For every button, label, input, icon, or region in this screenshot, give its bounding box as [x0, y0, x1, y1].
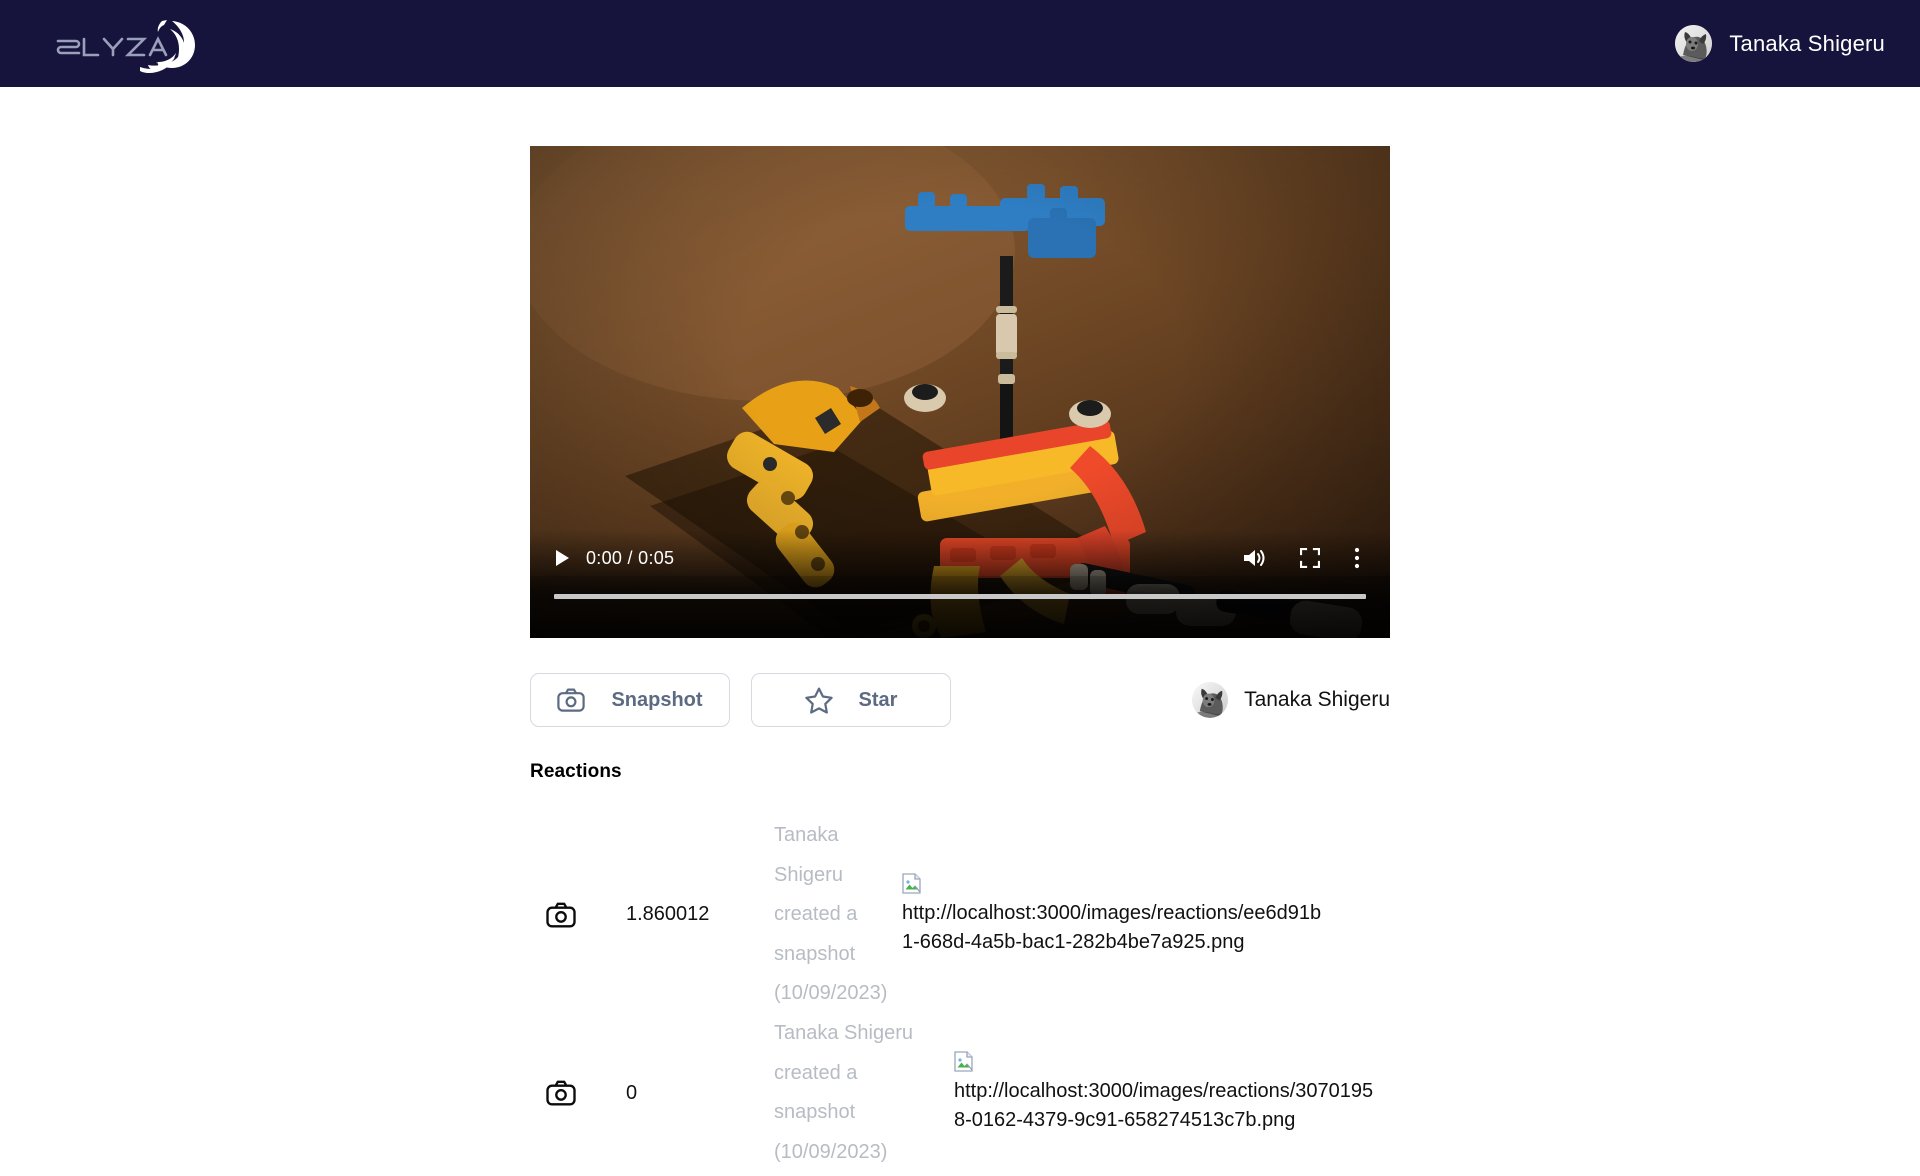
avatar: [1192, 682, 1229, 718]
video-controls-row: 0:00 / 0:05: [530, 530, 1390, 586]
camera-icon: [546, 1080, 576, 1106]
action-bar: Snapshot Star Tanaka Shigeru: [530, 673, 1390, 727]
reaction-image-alt: http://localhost:3000/images/reactions/e…: [902, 901, 1322, 953]
video-owner-name: Tanaka Shigeru: [1244, 688, 1390, 711]
snapshot-button[interactable]: Snapshot: [530, 673, 730, 727]
video-owner: Tanaka Shigeru: [1192, 682, 1390, 718]
star-button[interactable]: Star: [751, 673, 951, 727]
reaction-row[interactable]: 1.860012 Tanaka Shigeru created a snapsh…: [530, 816, 1390, 1014]
reaction-media[interactable]: http://localhost:3000/images/reactions/3…: [936, 1051, 1390, 1135]
header-user-name: Tanaka Shigeru: [1729, 30, 1885, 56]
reaction-row[interactable]: 0 Tanaka Shigeru created a snapshot (10/…: [530, 1014, 1390, 1172]
video-controls: 0:00 / 0:05: [530, 530, 1390, 638]
camera-icon: [546, 902, 576, 928]
dog-avatar: [1675, 25, 1713, 62]
play-icon: [556, 550, 569, 566]
star-button-label: Star: [858, 688, 898, 711]
reaction-type-icon: [530, 1080, 626, 1106]
snapshot-button-label: Snapshot: [611, 688, 703, 711]
reactions-heading: Reactions: [530, 761, 622, 782]
reaction-timestamp: 0: [626, 1081, 638, 1104]
dog-avatar: [1192, 682, 1229, 718]
reaction-media[interactable]: http://localhost:3000/images/reactions/e…: [884, 873, 1390, 957]
header-user-menu[interactable]: Tanaka Shigeru: [1675, 25, 1885, 62]
camera-icon: [557, 688, 586, 712]
reaction-image-alt: http://localhost:3000/images/reactions/3…: [954, 1080, 1374, 1132]
reaction-description: Tanaka Shigeru created a snapshot (10/09…: [774, 824, 888, 1005]
reaction-timestamp: 1.860012: [626, 903, 710, 926]
reaction-type-icon: [530, 902, 626, 928]
app-header: Tanaka Shigeru: [0, 0, 1920, 87]
fullscreen-button[interactable]: [1300, 548, 1320, 568]
brand-logo[interactable]: [40, 15, 200, 73]
reactions-list: 1.860012 Tanaka Shigeru created a snapsh…: [530, 816, 1390, 1172]
page-body: 0:00 / 0:05 Snapshot Star Tanaka Shigeru…: [0, 87, 1920, 1172]
reaction-description: Tanaka Shigeru created a snapshot (10/09…: [774, 1021, 913, 1163]
video-progress-bar[interactable]: [554, 594, 1366, 599]
star-outline-icon: [804, 687, 833, 714]
video-player[interactable]: 0:00 / 0:05: [530, 146, 1390, 638]
play-button[interactable]: [554, 549, 570, 567]
avatar: [1675, 25, 1713, 62]
broken-image-icon: [954, 1051, 973, 1077]
fullscreen-icon: [1300, 548, 1320, 568]
volume-on-icon: [1244, 550, 1265, 566]
more-options-button[interactable]: [1354, 547, 1360, 569]
volume-button[interactable]: [1242, 547, 1266, 569]
broken-image-icon: [902, 873, 921, 899]
more-vertical-icon: [1354, 547, 1360, 569]
video-time-display: 0:00 / 0:05: [586, 547, 675, 568]
content-column: 0:00 / 0:05 Snapshot Star Tanaka Shigeru…: [530, 146, 1390, 1172]
splyza-swirl-logo: [56, 19, 195, 73]
